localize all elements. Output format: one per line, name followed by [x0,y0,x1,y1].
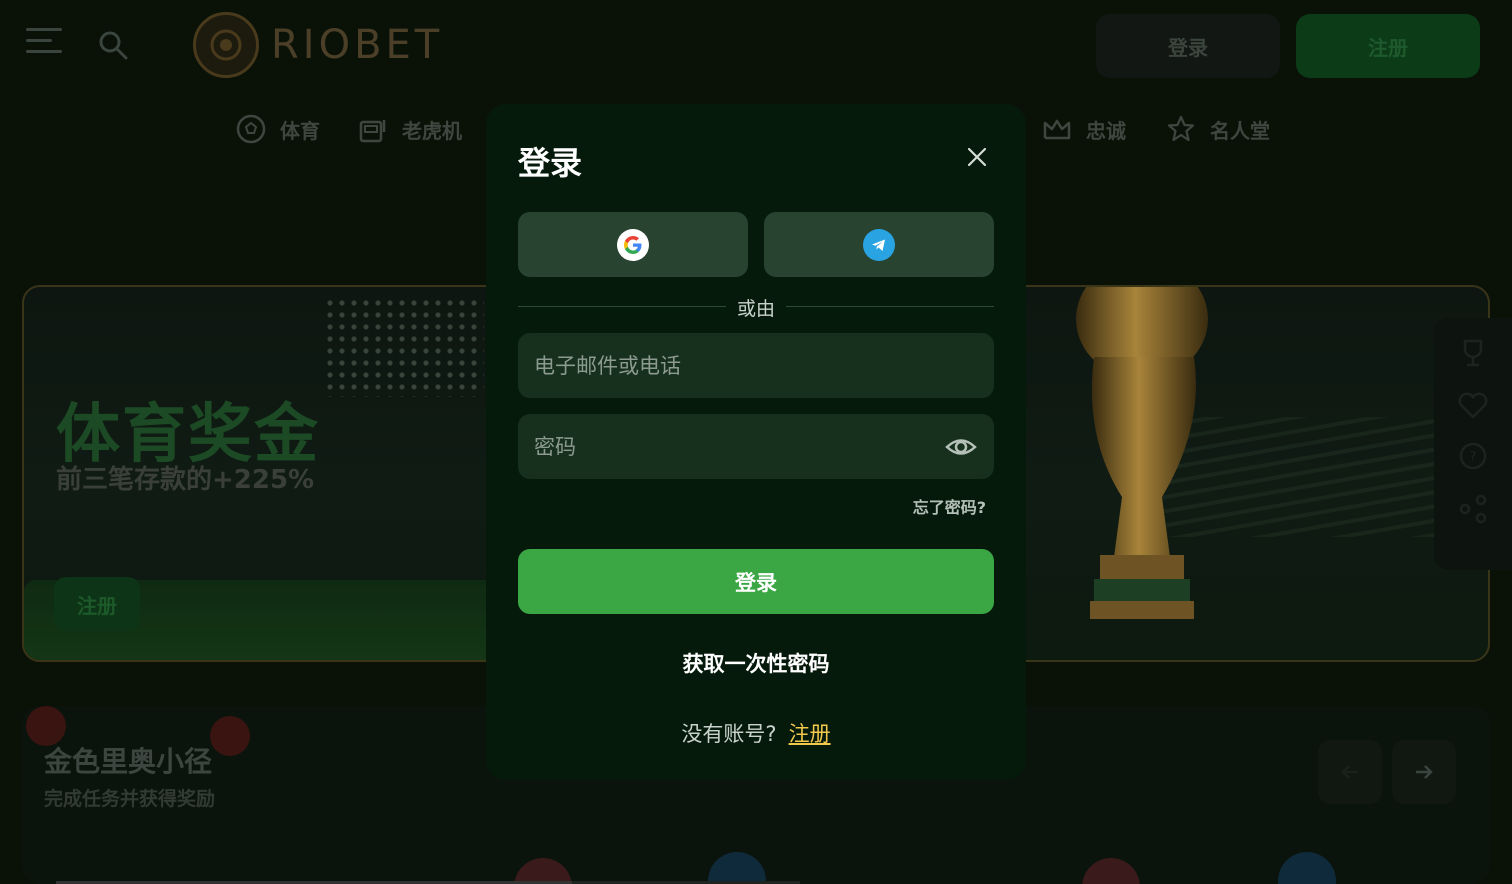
star-icon [1167,115,1195,142]
help-chat-icon[interactable]: ? [1456,440,1490,474]
hamburger-menu-icon[interactable] [26,28,62,60]
login-submit-button[interactable]: 登录 [518,549,994,614]
balloon-decoration [210,716,250,756]
header-login-button[interactable]: 登录 [1096,14,1280,78]
carousel-prev-button[interactable] [1318,740,1382,804]
signup-prompt: 没有账号? 注册 [486,718,1026,748]
google-icon [617,228,649,261]
slot-machine-icon [359,120,386,143]
one-time-password-link[interactable]: 获取一次性密码 [486,648,1026,678]
crown-icon [1043,119,1071,140]
arrow-right-icon [1416,765,1433,779]
trophy-icon[interactable] [1456,336,1490,370]
divider-line [786,306,994,307]
login-modal: 登录 或由 忘了密码? 登录 获取一次性密码 没有账号? 注册 [486,104,1026,780]
side-quick-panel: ? [1434,318,1512,570]
nav-item-hall-of-fame[interactable]: 名人堂 [1166,114,1270,144]
soccer-ball-icon [236,114,266,144]
nav-item-label: 忠诚 [1086,118,1126,143]
google-login-button[interactable] [518,212,748,277]
modal-title: 登录 [518,144,583,182]
quest-title: 金色里奥小径 [44,745,213,778]
divider-text: 或由 [736,298,775,320]
spin-wheel-icon [1082,858,1140,884]
stadium-lights [324,297,484,397]
close-icon[interactable] [962,142,992,172]
share-icon[interactable] [1456,492,1490,526]
signup-link[interactable]: 注册 [789,722,831,746]
nav-item-sports[interactable]: 体育 [236,114,320,144]
nav-item-label: 体育 [280,118,320,143]
no-account-text: 没有账号? [681,722,777,746]
banner-register-button[interactable]: 注册 [54,577,140,631]
banner-subtitle: 前三笔存款的+225% [56,465,315,495]
telegram-login-button[interactable] [764,212,994,277]
arrow-left-icon [1341,765,1358,779]
site-header: RIOBET 登录 注册 [0,0,1512,90]
world-cup-trophy-image [1076,287,1208,619]
telegram-icon [863,228,895,261]
search-icon[interactable] [98,30,128,60]
nav-item-label: 老虎机 [402,118,462,143]
gem-reward-icon [1278,852,1336,884]
carousel-next-button[interactable] [1392,740,1456,804]
nav-item-slots[interactable]: 老虎机 [358,114,462,144]
header-register-button[interactable]: 注册 [1296,14,1480,78]
svg-text:?: ? [1470,450,1477,465]
show-password-icon[interactable] [944,430,978,464]
email-or-phone-input[interactable] [518,333,994,398]
gem-reward-icon [708,852,766,884]
quest-subtitle: 完成任务并获得奖励 [44,788,216,810]
nav-item-loyalty[interactable]: 忠诚 [1042,114,1126,144]
brand-name: RIOBET [271,22,444,68]
password-input[interactable] [518,414,994,479]
brand-logo[interactable]: RIOBET [193,12,443,78]
forgot-password-link[interactable]: 忘了密码? [913,494,986,518]
or-divider: 或由 [518,294,994,320]
logo-emblem-icon [193,12,259,78]
nav-item-label: 名人堂 [1210,118,1270,143]
heart-icon[interactable] [1456,388,1490,422]
